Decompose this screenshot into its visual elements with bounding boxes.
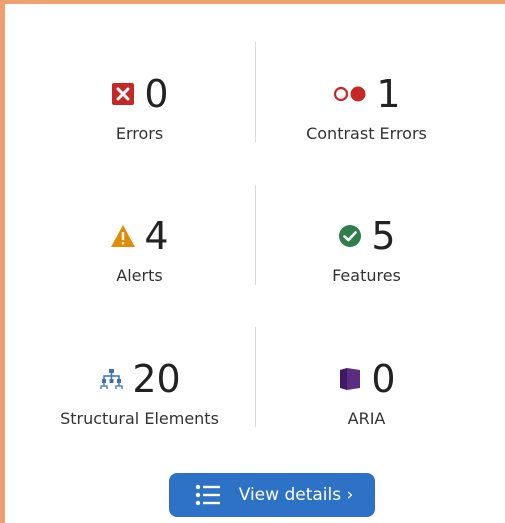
stat-aria: 0 ARIA (253, 357, 480, 428)
structural-elements-count: 20 (132, 357, 181, 401)
error-x-icon (110, 81, 136, 107)
contrast-errors-label: Contrast Errors (306, 124, 427, 143)
structure-tree-icon (98, 366, 124, 392)
stat-alerts: 4 Alerts (26, 214, 253, 285)
view-details-button[interactable]: View details › (169, 473, 375, 517)
stat-errors: 0 Errors (26, 72, 253, 143)
stat-features: 5 Features (253, 214, 480, 285)
check-circle-icon (337, 223, 363, 249)
summary-panel: 0 Errors 1 Contrast Errors 4 Alerts 5 Fe… (0, 0, 505, 523)
errors-count: 0 (144, 72, 169, 116)
view-details-label: View details › (238, 485, 354, 505)
structural-elements-label: Structural Elements (60, 409, 219, 428)
list-icon (195, 484, 221, 506)
features-label: Features (332, 266, 401, 285)
contrast-errors-count: 1 (376, 72, 401, 116)
aria-count: 0 (371, 357, 396, 401)
alerts-count: 4 (144, 214, 169, 258)
stat-contrast-errors: 1 Contrast Errors (253, 72, 480, 143)
alert-triangle-icon (110, 223, 136, 249)
contrast-icon (332, 81, 368, 107)
aria-label: ARIA (347, 409, 386, 428)
aria-shield-icon (337, 366, 363, 392)
errors-label: Errors (115, 124, 164, 143)
stat-structural-elements: 20 Structural Elements (26, 357, 253, 428)
features-count: 5 (371, 214, 396, 258)
alerts-label: Alerts (116, 266, 163, 285)
